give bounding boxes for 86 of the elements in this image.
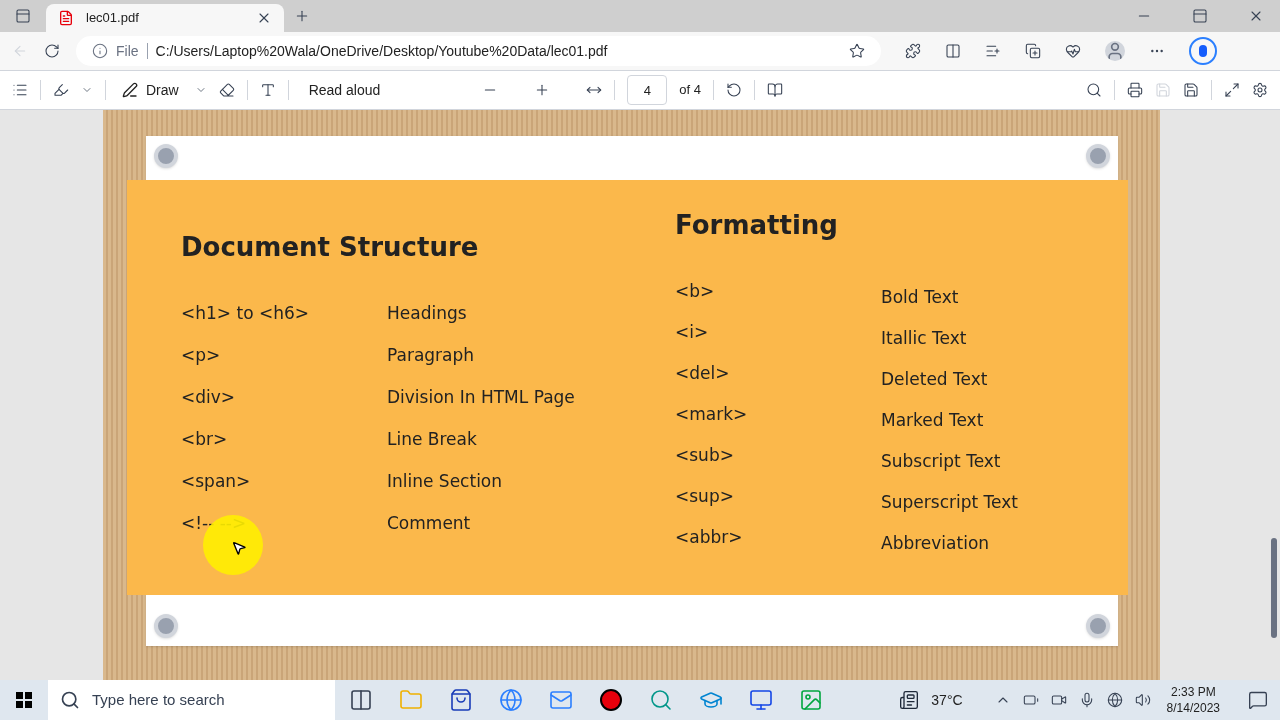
volume-icon[interactable] xyxy=(1134,692,1151,708)
news-icon[interactable] xyxy=(899,690,920,710)
search-placeholder: Type here to search xyxy=(92,689,225,710)
record-icon[interactable] xyxy=(599,688,623,712)
collections-icon[interactable] xyxy=(1025,43,1041,59)
description-text: Deleted Text xyxy=(881,368,988,391)
address-scheme: File xyxy=(116,41,139,61)
description-text: Headings xyxy=(387,302,467,325)
description-text: Bold Text xyxy=(881,286,959,309)
section-title: Formatting xyxy=(675,209,839,242)
address-url: C:/Users/Laptop%20Wala/OneDrive/Desktop/Youtube%20Data/lec01.pdf xyxy=(155,41,609,61)
camera-icon[interactable] xyxy=(1050,692,1067,708)
print-icon[interactable] xyxy=(1127,82,1143,98)
draw-button[interactable]: Draw xyxy=(118,79,183,101)
tag-text: <span> xyxy=(181,470,251,493)
taskbar-search-field[interactable]: Type here to search xyxy=(48,680,335,720)
description-text: Line Break xyxy=(387,428,477,451)
pen-icon xyxy=(122,82,138,98)
pin-icon xyxy=(153,144,178,168)
page-total: of 4 xyxy=(679,81,701,100)
clock-date[interactable]: 8/14/2023 xyxy=(1166,700,1220,716)
favorite-icon[interactable] xyxy=(849,43,865,59)
highlight-icon[interactable] xyxy=(53,82,69,98)
network-icon[interactable] xyxy=(1106,692,1123,708)
address-bar[interactable]: File C:/Users/Laptop%20Wala/OneDrive/Desktop/Youtube%20Data/lec01.pdf xyxy=(76,36,881,66)
search-icon[interactable] xyxy=(1086,82,1102,98)
weather-text[interactable]: 37°C xyxy=(931,689,963,711)
description-text: Abbreviation xyxy=(881,532,990,555)
battery-icon[interactable] xyxy=(1022,692,1039,708)
description-text: Itallic Text xyxy=(881,327,967,350)
eraser-icon[interactable] xyxy=(218,82,235,98)
tag-text: <sup> xyxy=(675,485,734,508)
health-icon[interactable] xyxy=(1065,43,1081,59)
rotate-icon[interactable] xyxy=(726,82,742,98)
contents-icon[interactable] xyxy=(12,82,28,98)
description-text: Inline Section xyxy=(387,470,503,493)
browser-icon[interactable] xyxy=(499,688,523,712)
extensions-icon[interactable] xyxy=(905,43,921,59)
page-number-field[interactable]: 4 xyxy=(627,75,668,105)
save-as-icon[interactable] xyxy=(1183,82,1199,98)
tab-actions-icon[interactable] xyxy=(15,8,31,24)
new-tab-icon[interactable] xyxy=(294,8,310,24)
text-icon[interactable] xyxy=(259,82,276,98)
split-screen-icon[interactable] xyxy=(945,43,961,59)
settings-icon[interactable] xyxy=(1252,82,1268,98)
info-icon xyxy=(92,43,108,59)
page-view-icon[interactable] xyxy=(767,82,783,98)
description-text: Subscript Text xyxy=(881,450,1001,473)
tag-text: <abbr> xyxy=(675,526,743,549)
read-aloud-button[interactable]: Read aloud xyxy=(300,79,389,101)
mail-icon[interactable] xyxy=(549,688,573,712)
favorites-icon[interactable] xyxy=(985,43,1001,59)
image-editor-icon[interactable] xyxy=(799,688,823,712)
section-title: Document Structure xyxy=(181,231,480,264)
description-text: Comment xyxy=(387,512,471,535)
description-text: Marked Text xyxy=(881,409,984,432)
pin-icon xyxy=(1085,614,1110,638)
magnifier-icon[interactable] xyxy=(649,688,673,712)
description-text: Division In HTML Page xyxy=(387,386,575,409)
tag-text: <h1> to <h6> xyxy=(181,302,310,325)
browser-tab[interactable]: lec01.pdf xyxy=(46,4,284,32)
tag-text: <b> xyxy=(675,280,715,303)
tag-text: <div> xyxy=(181,386,236,409)
tag-text: <!-- --> xyxy=(181,512,247,535)
monitor-icon[interactable] xyxy=(749,688,773,712)
reload-icon[interactable] xyxy=(44,43,60,59)
tag-text: <mark> xyxy=(675,403,748,426)
notifications-icon[interactable] xyxy=(1248,690,1268,710)
description-text: Paragraph xyxy=(387,344,475,367)
tag-text: <sub> xyxy=(675,444,734,467)
task-view-icon[interactable] xyxy=(349,688,373,712)
profile-avatar[interactable] xyxy=(1105,41,1125,61)
tag-text: <i> xyxy=(675,321,709,344)
tag-text: <del> xyxy=(675,362,730,385)
search-icon xyxy=(60,690,80,710)
clock-time[interactable]: 2:33 PM xyxy=(1170,684,1216,700)
cursor-icon xyxy=(231,540,247,556)
store-icon[interactable] xyxy=(449,688,473,712)
tag-text: <br> xyxy=(181,428,228,451)
pdf-icon xyxy=(58,10,74,26)
fullscreen-icon[interactable] xyxy=(1224,82,1240,98)
pin-icon xyxy=(1085,144,1110,168)
start-icon[interactable] xyxy=(16,692,32,708)
tag-text: <p> xyxy=(181,344,221,367)
description-text: Superscript Text xyxy=(881,491,1018,514)
pin-icon xyxy=(153,614,178,638)
